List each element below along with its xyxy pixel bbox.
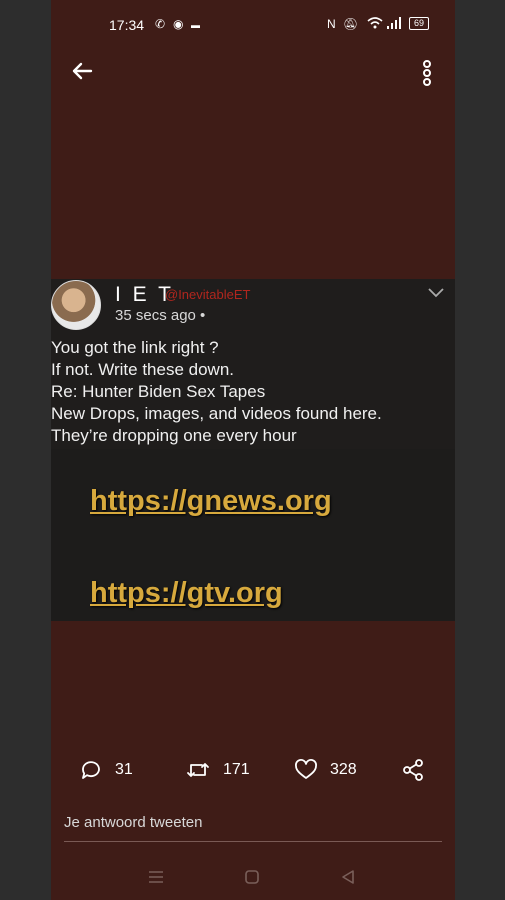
like-count: 328 <box>330 761 357 778</box>
reply-input[interactable]: Je antwoord tweeten <box>64 811 442 842</box>
spotify-icon: ◉ <box>173 17 184 31</box>
avatar[interactable] <box>51 280 101 330</box>
mute-icon: 🔕︎ <box>343 17 359 31</box>
like-button[interactable]: 328 <box>294 755 357 785</box>
more-options-icon[interactable] <box>417 58 437 88</box>
tweet-line: You got the link right ? <box>51 338 219 357</box>
retweet-count: 171 <box>223 761 250 778</box>
menu-icon[interactable] <box>147 868 165 886</box>
chevron-down-icon[interactable] <box>426 285 446 299</box>
tweet-line: They’re dropping one every hour <box>51 426 297 445</box>
reply-count: 31 <box>115 761 133 778</box>
right-margin <box>455 0 505 900</box>
heart-icon <box>295 759 317 779</box>
nfc-icon: N <box>327 17 336 31</box>
share-icon <box>403 759 423 781</box>
wifi-icon <box>367 17 383 29</box>
whatsapp-icon: ✆ <box>155 17 166 31</box>
back-arrow-icon[interactable] <box>69 58 95 84</box>
notification-icon: ▬ <box>191 20 200 30</box>
back-icon[interactable] <box>339 868 357 886</box>
home-icon[interactable] <box>243 868 261 886</box>
tweet-line: Re: Hunter Biden Sex Tapes <box>51 382 266 401</box>
tweet-actions: 31 171 328 <box>51 755 455 785</box>
tweet-image[interactable]: https://gnews.org https://gtv.org <box>51 449 455 621</box>
retweet-icon <box>187 763 209 777</box>
tweet-text: You got the link right ? If not. Write t… <box>51 337 451 447</box>
left-margin <box>0 0 51 900</box>
retweet-button[interactable]: 171 <box>185 755 250 785</box>
reply-button[interactable]: 31 <box>79 755 133 785</box>
status-bar: 17:34 ✆ ◉ ▬ N 🔕︎ 69 <box>51 0 455 50</box>
status-time: 17:34 <box>109 17 145 33</box>
battery-level: 69 <box>413 18 424 28</box>
phone-screen: 17:34 ✆ ◉ ▬ N 🔕︎ 69 I E T @InevitableET … <box>51 0 455 900</box>
image-link-text: https://gnews.org <box>90 485 332 517</box>
battery-icon: 69 <box>409 17 429 30</box>
reply-placeholder: Je antwoord tweeten <box>64 814 203 831</box>
user-handle[interactable]: @InevitableET <box>165 287 250 302</box>
signal-icon <box>387 17 401 29</box>
tweet-timestamp: 35 secs ago • <box>115 307 206 324</box>
tweet-line: New Drops, images, and videos found here… <box>51 404 382 423</box>
share-button[interactable] <box>401 755 425 785</box>
tweet-line: If not. Write these down. <box>51 360 234 379</box>
tweet-card: I E T @InevitableET 35 secs ago • You go… <box>51 279 455 621</box>
reply-icon <box>82 761 100 779</box>
image-link-text: https://gtv.org <box>90 577 283 609</box>
system-nav-bar <box>51 860 455 892</box>
